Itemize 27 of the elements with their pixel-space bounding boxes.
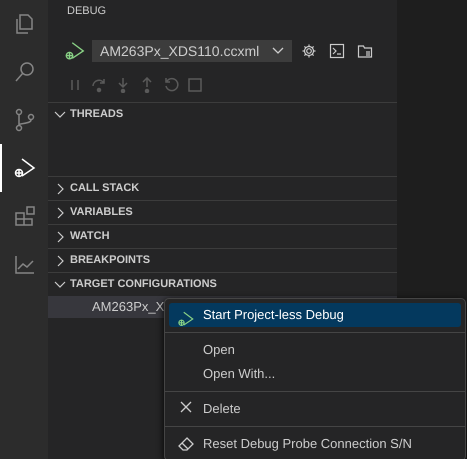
step-over-icon: [91, 77, 107, 93]
bug-play-icon: [13, 156, 37, 180]
chevron-down-icon: [272, 47, 284, 55]
extensions-icon: [13, 204, 37, 228]
chevron-down-icon: [54, 110, 66, 118]
section-header[interactable]: WATCH: [48, 224, 397, 248]
menu-item[interactable]: Open With...: [169, 362, 461, 386]
launch-config-dropdown[interactable]: AM263Px_XDS110.ccxml: [92, 40, 292, 62]
section-header[interactable]: THREADS: [48, 102, 397, 126]
section-header[interactable]: VARIABLES: [48, 200, 397, 224]
sidebar-title: DEBUG: [67, 5, 106, 17]
section-header[interactable]: BREAKPOINTS: [48, 248, 397, 272]
close-icon: [180, 401, 192, 413]
restart-icon: [163, 77, 179, 93]
menu-item[interactable]: Delete: [169, 397, 461, 421]
section-header[interactable]: CALL STACK: [48, 176, 397, 200]
eraser-icon: [178, 436, 194, 452]
folder-icon: [357, 43, 373, 59]
menu-item[interactable]: Reset Debug Probe Connection S/N: [169, 432, 461, 456]
chevron-down-icon: [54, 280, 66, 288]
menu-item[interactable]: Start Project-less Debug: [169, 303, 461, 327]
menu-item[interactable]: Open: [169, 338, 461, 362]
start-debug-button[interactable]: [64, 40, 86, 62]
branch-icon: [13, 108, 37, 132]
settings-icon: [301, 43, 317, 59]
terminal-icon: [329, 43, 345, 59]
stop-icon: [188, 78, 202, 92]
